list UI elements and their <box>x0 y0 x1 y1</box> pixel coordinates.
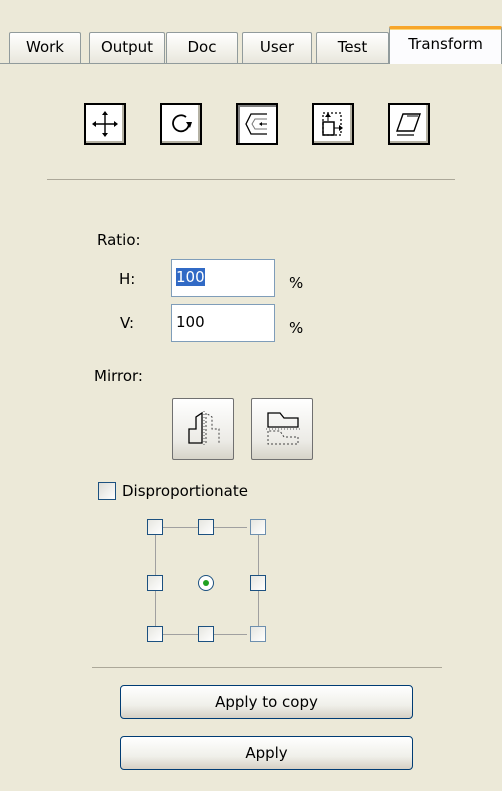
mirror-vertical-icon <box>266 412 300 445</box>
rotate-icon <box>172 114 192 133</box>
apply-button[interactable]: Apply <box>120 736 413 770</box>
disproportionate-label[interactable]: Disproportionate <box>122 482 248 500</box>
move-tool-button[interactable] <box>84 103 126 145</box>
tab-work[interactable]: Work <box>9 32 81 63</box>
separator-top <box>47 179 455 180</box>
h-unit-label: % <box>289 274 304 292</box>
anchor-bottom-right[interactable] <box>250 626 266 642</box>
size-tool-button[interactable] <box>312 103 354 145</box>
ratio-label: Ratio: <box>97 231 141 249</box>
anchor-middle-left[interactable] <box>147 575 163 591</box>
mirror-horizontal-icon <box>188 411 220 447</box>
anchor-bottom-left[interactable] <box>147 626 163 642</box>
tab-transform[interactable]: Transform <box>389 26 502 64</box>
v-ratio-value: 100 <box>176 313 205 331</box>
anchor-top-left[interactable] <box>147 519 163 535</box>
skew-tool-button[interactable] <box>388 103 430 145</box>
skew-icon <box>396 113 421 136</box>
anchor-connector <box>214 634 247 635</box>
disproportionate-checkbox[interactable] <box>98 482 116 500</box>
apply-to-copy-button[interactable]: Apply to copy <box>120 685 413 719</box>
anchor-top-right[interactable] <box>250 519 266 535</box>
separator-bottom <box>92 667 442 668</box>
h-ratio-input[interactable]: 100 <box>171 259 275 297</box>
h-ratio-value: 100 <box>176 268 205 286</box>
tab-user[interactable]: User <box>242 32 312 63</box>
scale-icon <box>245 113 267 135</box>
anchor-connector <box>163 634 198 635</box>
anchor-connector <box>258 535 259 575</box>
tab-test[interactable]: Test <box>316 32 389 63</box>
anchor-top-center[interactable] <box>198 519 214 535</box>
h-label: H: <box>119 270 136 288</box>
v-label: V: <box>120 314 135 332</box>
mirror-horizontal-button[interactable] <box>172 398 234 460</box>
tab-doc[interactable]: Doc <box>166 32 238 63</box>
anchor-connector <box>155 591 156 626</box>
tab-output[interactable]: Output <box>89 32 165 63</box>
anchor-connector <box>155 535 156 575</box>
scale-tool-button[interactable] <box>236 103 278 145</box>
move-icon <box>92 111 118 137</box>
tab-bar: Work Output Doc User Test Transform <box>0 0 502 64</box>
anchor-connector <box>163 527 198 528</box>
v-unit-label: % <box>289 319 304 337</box>
v-ratio-input[interactable]: 100 <box>171 304 275 342</box>
rotate-tool-button[interactable] <box>160 103 202 145</box>
size-icon <box>322 112 343 136</box>
anchor-connector <box>214 527 247 528</box>
anchor-connector <box>258 591 259 626</box>
anchor-bottom-center[interactable] <box>198 626 214 642</box>
anchor-center[interactable] <box>198 575 214 591</box>
anchor-middle-right[interactable] <box>250 575 266 591</box>
mirror-label: Mirror: <box>94 367 143 385</box>
mirror-vertical-button[interactable] <box>251 398 313 460</box>
